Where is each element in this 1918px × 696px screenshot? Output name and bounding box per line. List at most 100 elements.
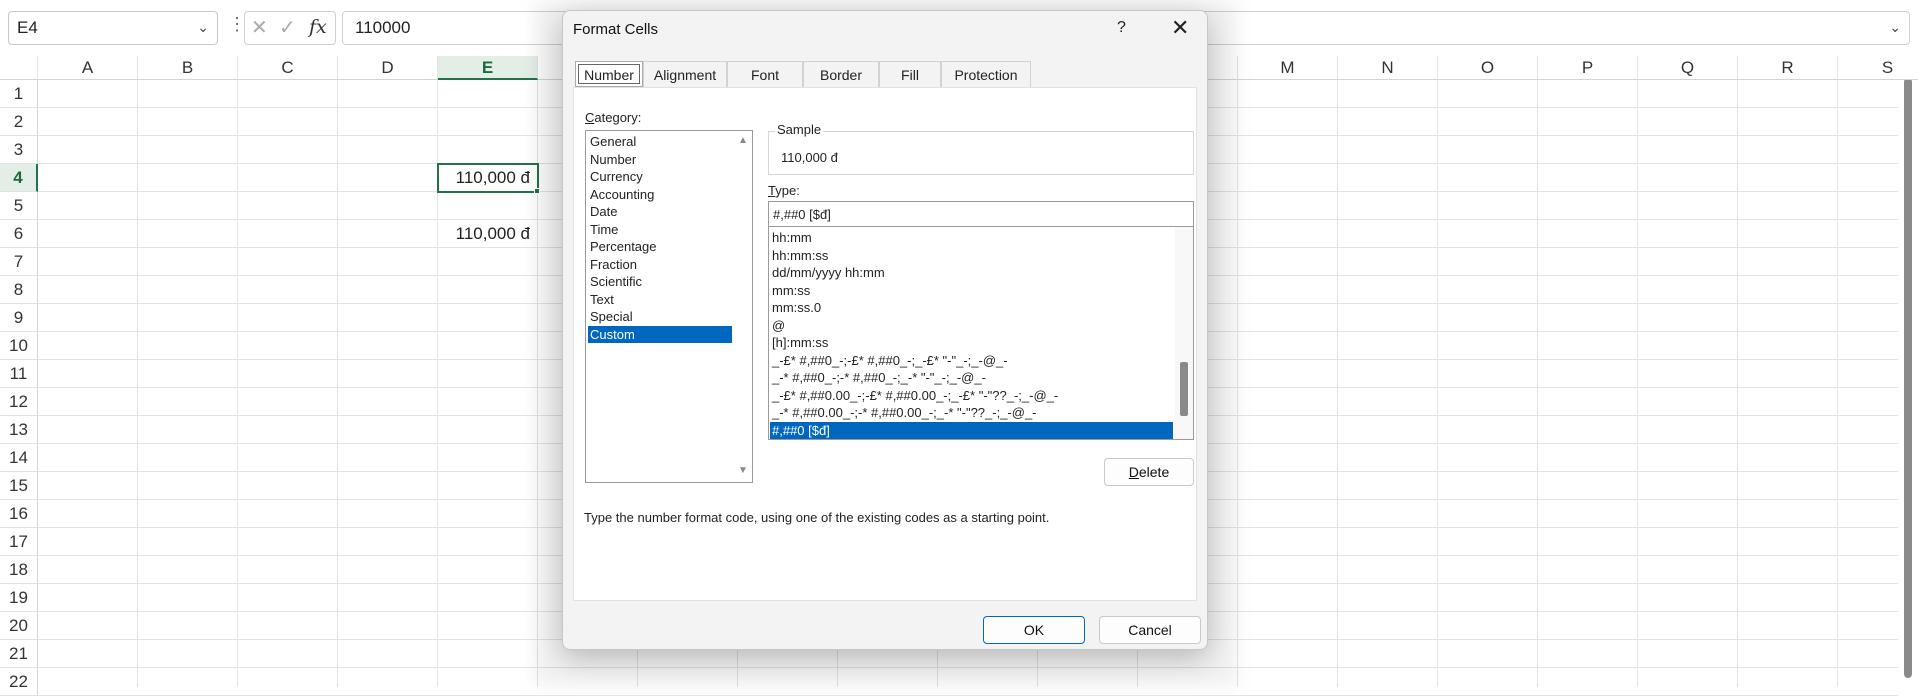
category-scrollbar[interactable]: ▲ ▼ [734,131,752,482]
chevron-down-icon[interactable]: ⌄ [197,19,209,36]
category-item-percentage[interactable]: Percentage [588,238,732,255]
tab-number[interactable]: Number [575,61,643,87]
type-list-item[interactable]: _-* #,##0_-;-* #,##0_-;_-* "-"_-;_-@_- [770,369,1173,386]
row-header-9[interactable]: 9 [0,304,38,332]
column-header-n[interactable]: N [1338,56,1438,80]
tab-border[interactable]: Border [803,61,879,87]
row-header-8[interactable]: 8 [0,276,38,304]
type-list-item[interactable]: dd/mm/yyyy hh:mm [770,264,1173,281]
row-header-1[interactable]: 1 [0,80,38,108]
type-list[interactable]: hh:mm hh:mm:ss dd/mm/yyyy hh:mm mm:ss mm:ss.… [768,226,1194,440]
row-header-13[interactable]: 13 [0,416,38,444]
column-header-c[interactable]: C [238,56,338,80]
row-header-3[interactable]: 3 [0,136,38,164]
row-header-2[interactable]: 2 [0,108,38,136]
type-list-item[interactable]: mm:ss.0 [770,299,1173,316]
gridline [1737,80,1738,687]
row-header-11[interactable]: 11 [0,360,38,388]
formula-buttons: ✕ ✓ fx [244,11,336,45]
select-all-corner[interactable] [0,56,38,80]
row-header-15[interactable]: 15 [0,472,38,500]
gridline [1637,80,1638,687]
type-list-item[interactable]: hh:mm:ss [770,247,1173,264]
gridline [1437,80,1438,687]
category-item-special[interactable]: Special [588,308,732,325]
column-header-m[interactable]: M [1238,56,1338,80]
scroll-up-icon[interactable]: ▲ [738,135,748,146]
column-header-a[interactable]: A [38,56,138,80]
close-icon[interactable]: ✕ [1171,15,1189,41]
category-item-accounting[interactable]: Accounting [588,186,732,203]
scrollbar-thumb[interactable] [1904,78,1912,678]
type-list-item[interactable]: _-* #,##0.00_-;-* #,##0.00_-;_-* "-"??_-… [770,404,1173,421]
type-list-item[interactable]: @ [770,317,1173,334]
row-header-10[interactable]: 10 [0,332,38,360]
format-cells-dialog: Format Cells ? ✕ Number Alignment Font Bord… [562,10,1208,650]
gridline [137,80,138,687]
column-header-o[interactable]: O [1438,56,1538,80]
row-header-20[interactable]: 20 [0,612,38,640]
category-item-date[interactable]: Date [588,203,732,220]
type-list-item[interactable]: hh:mm [770,229,1173,246]
sample-label: Sample [775,122,824,137]
dialog-title: Format Cells [573,21,659,38]
type-list-item[interactable]: [h]:mm:ss [770,334,1173,351]
vertical-scrollbar[interactable]: ▲ [1898,56,1918,687]
row-header-19[interactable]: 19 [0,584,38,612]
row-header-4[interactable]: 4 [0,164,38,192]
column-header-s[interactable]: S [1838,56,1918,80]
category-item-fraction[interactable]: Fraction [588,256,732,273]
type-list-item[interactable]: mm:ss [770,282,1173,299]
category-label: Category: [585,110,642,125]
gridline [1337,80,1338,687]
category-item-scientific[interactable]: Scientific [588,273,732,290]
column-header-e[interactable]: E [438,56,538,80]
column-header-b[interactable]: B [138,56,238,80]
type-input[interactable]: #,##0 [$đ] [768,201,1194,227]
scroll-down-icon[interactable]: ▼ [738,465,748,476]
category-item-general[interactable]: General [588,133,732,150]
name-box[interactable]: E4 ⌄ [8,11,218,45]
insert-function-icon[interactable]: fx [309,16,327,38]
category-item-time[interactable]: Time [588,221,732,238]
gridline [1837,80,1838,687]
format-description: Type the number format code, using one o… [584,510,1050,525]
row-header-22[interactable]: 22 [0,668,38,696]
row-header-21[interactable]: 21 [0,640,38,668]
category-list[interactable]: ▲ ▼ General Number Currency Accounting Date T… [585,130,753,483]
row-header-18[interactable]: 18 [0,556,38,584]
row-header-5[interactable]: 5 [0,192,38,220]
tab-fill[interactable]: Fill [879,61,941,87]
confirm-entry-icon[interactable]: ✓ [279,15,296,40]
category-item-text[interactable]: Text [588,291,732,308]
expand-formula-bar-icon[interactable]: ⌄ [1889,19,1901,36]
type-list-item[interactable]: #,##0 [$đ] [770,421,1173,439]
column-header-r[interactable]: R [1738,56,1838,80]
row-header-7[interactable]: 7 [0,248,38,276]
name-box-value: E4 [17,18,38,37]
cancel-entry-icon[interactable]: ✕ [251,15,268,40]
ok-button[interactable]: OK [983,616,1085,644]
type-list-item[interactable]: _-£* #,##0.00_-;-£* #,##0.00_-;_-£* "-"?… [770,387,1173,404]
tab-alignment[interactable]: Alignment [643,61,727,87]
delete-button[interactable]: Delete [1104,458,1194,486]
category-item-currency[interactable]: Currency [588,168,732,185]
category-item-custom[interactable]: Custom [588,325,732,343]
row-header-6[interactable]: 6 [0,220,38,248]
scrollbar-thumb[interactable] [1180,362,1188,416]
row-header-16[interactable]: 16 [0,500,38,528]
help-icon[interactable]: ? [1117,19,1126,37]
cell-e6[interactable]: 110,000 đ [438,220,538,248]
category-item-number[interactable]: Number [588,151,732,168]
type-list-item[interactable]: _-£* #,##0_-;-£* #,##0_-;_-£* "-"_-;_-@_… [770,352,1173,369]
type-list-scrollbar[interactable] [1175,227,1193,439]
cancel-button[interactable]: Cancel [1099,616,1201,644]
column-header-d[interactable]: D [338,56,438,80]
row-header-12[interactable]: 12 [0,388,38,416]
column-header-q[interactable]: Q [1638,56,1738,80]
row-header-14[interactable]: 14 [0,444,38,472]
tab-font[interactable]: Font [727,61,803,87]
column-header-p[interactable]: P [1538,56,1638,80]
row-header-17[interactable]: 17 [0,528,38,556]
tab-protection[interactable]: Protection [941,61,1031,87]
